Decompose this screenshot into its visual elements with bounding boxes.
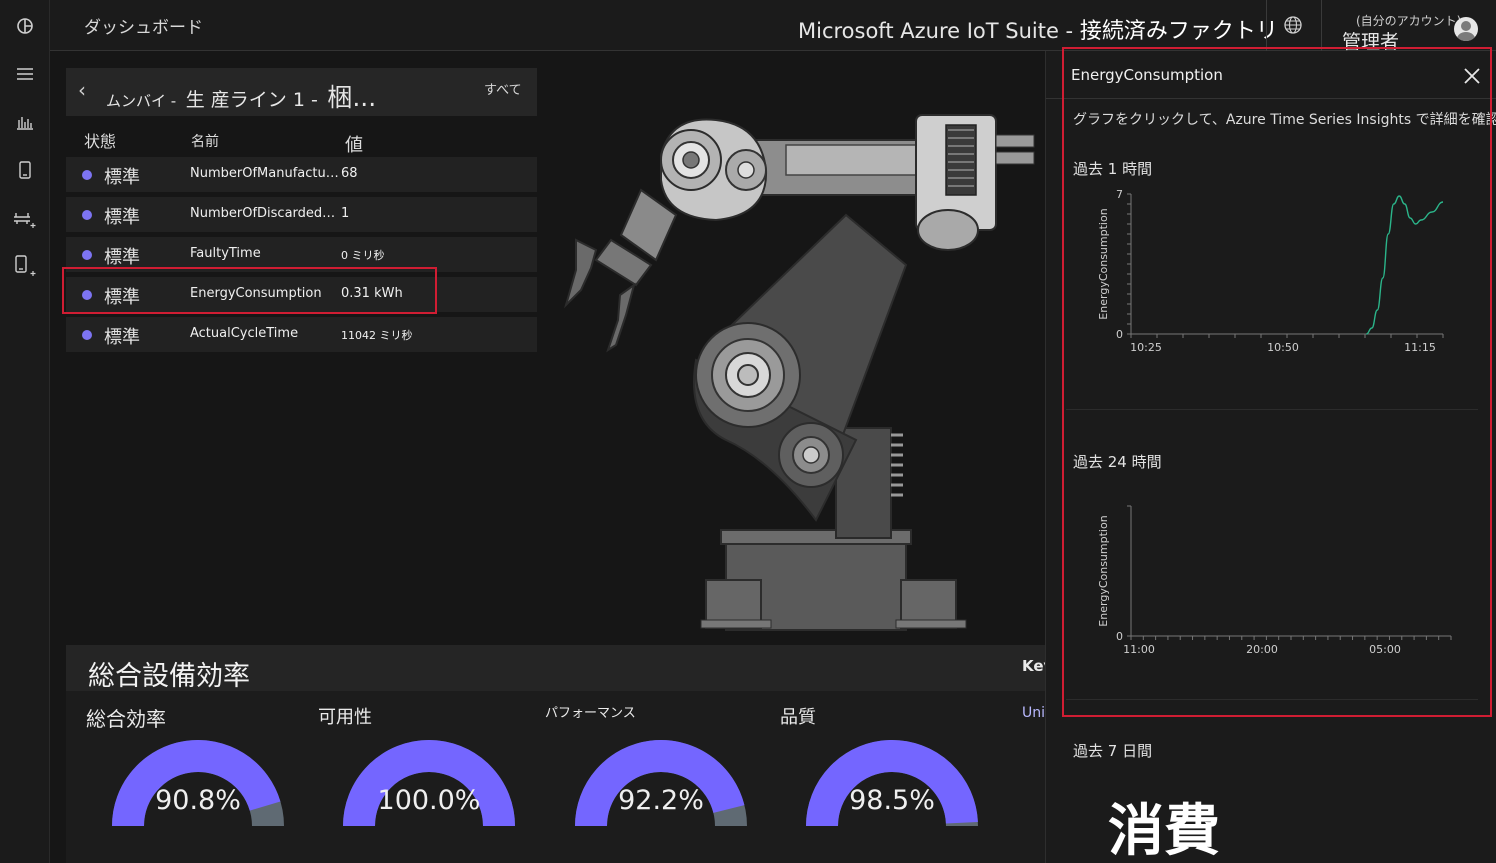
sensor-value: 0 ミリ秒 bbox=[341, 249, 385, 262]
back-chevron-icon[interactable]: ‹ bbox=[78, 78, 86, 102]
device-path: ムンバイ - 生 産ライン 1 - 梱... bbox=[106, 78, 376, 114]
analytics-icon[interactable] bbox=[12, 109, 38, 135]
status-dot bbox=[82, 330, 92, 340]
row-highlight bbox=[62, 267, 437, 314]
consumption-label: 消費 bbox=[1108, 799, 1220, 863]
column-value: 値 bbox=[345, 135, 363, 156]
table-row[interactable]: 標準 NumberOfManufactur... 68 bbox=[66, 157, 537, 192]
menu-icon[interactable] bbox=[12, 61, 38, 87]
sensor-value: 11042 ミリ秒 bbox=[341, 329, 413, 342]
top-bar: ダッシュボード Microsoft Azure IoT Suite - 接続済み… bbox=[50, 0, 1496, 53]
gauge-label[interactable]: 総合効率 bbox=[86, 703, 166, 732]
column-name: 名前 bbox=[191, 134, 219, 150]
table-row[interactable]: 標準 ActualCycleTime 11042 ミリ秒 bbox=[66, 317, 537, 352]
status-dot bbox=[82, 250, 92, 260]
gauge-value: 100.0% bbox=[377, 785, 481, 816]
path-station[interactable]: 梱... bbox=[327, 83, 376, 112]
sensor-value: 68 bbox=[341, 166, 358, 181]
oee-panel: 総合設備効率 Key Uni 総合効率 可用性 パフォーマンス 品質 90.8%… bbox=[66, 645, 1053, 863]
gauge-value: 90.8% bbox=[155, 785, 241, 816]
status-text: 標準 bbox=[104, 167, 140, 188]
section-label-7d: 過去 7 日間 bbox=[1073, 742, 1153, 760]
gauge-value: 98.5% bbox=[849, 785, 935, 816]
gauge-value: 92.2% bbox=[618, 785, 704, 816]
globe-icon[interactable] bbox=[1283, 15, 1303, 39]
view-all-link[interactable]: すべて bbox=[484, 79, 522, 98]
status-dot bbox=[82, 210, 92, 220]
path-line[interactable]: 生 産ライン 1 - bbox=[186, 89, 318, 111]
status-text: 標準 bbox=[104, 247, 140, 268]
gauge-label[interactable]: パフォーマンス bbox=[545, 702, 636, 721]
device-breadcrumb-panel: ‹ ムンバイ - 生 産ライン 1 - 梱... すべて bbox=[66, 68, 537, 116]
robot-arm-illustration bbox=[563, 114, 1035, 631]
app-title: Microsoft Azure IoT Suite - 接続済みファクトリ bbox=[798, 13, 1278, 45]
status-text: 標準 bbox=[104, 327, 140, 348]
column-status: 状態 bbox=[84, 132, 117, 151]
flyout-highlight bbox=[1062, 47, 1492, 717]
oee-title: 総合設備効率 bbox=[88, 661, 250, 692]
sensor-value: 1 bbox=[341, 206, 350, 221]
device-icon[interactable] bbox=[12, 157, 38, 183]
breadcrumb[interactable]: ダッシュボード bbox=[84, 13, 203, 38]
suite-prefix: Microsoft Azure IoT Suite - bbox=[798, 19, 1080, 43]
solution-name: 接続済みファクトリ bbox=[1079, 19, 1278, 44]
table-row[interactable]: 標準 NumberOfDiscardedPr... 1 bbox=[66, 197, 537, 232]
add-station-icon[interactable] bbox=[12, 205, 38, 231]
status-text: 標準 bbox=[104, 207, 140, 228]
path-location[interactable]: ムンバイ - bbox=[106, 92, 176, 110]
unit-link[interactable]: Uni bbox=[1022, 705, 1045, 721]
divider bbox=[1321, 0, 1322, 51]
add-device-icon[interactable] bbox=[12, 253, 38, 279]
sensor-name: NumberOfManufactur... bbox=[190, 166, 340, 181]
status-dot bbox=[82, 170, 92, 180]
gauge-label[interactable]: 可用性 bbox=[318, 703, 372, 729]
sensor-name: FaultyTime bbox=[190, 246, 261, 261]
sensor-name: ActualCycleTime bbox=[190, 326, 299, 341]
left-nav-rail bbox=[0, 0, 50, 863]
avatar[interactable] bbox=[1454, 17, 1478, 41]
gauge-label[interactable]: 品質 bbox=[780, 703, 816, 729]
logo-icon[interactable] bbox=[12, 13, 38, 39]
divider bbox=[1266, 0, 1267, 51]
sensor-name: NumberOfDiscardedPr... bbox=[190, 206, 340, 221]
